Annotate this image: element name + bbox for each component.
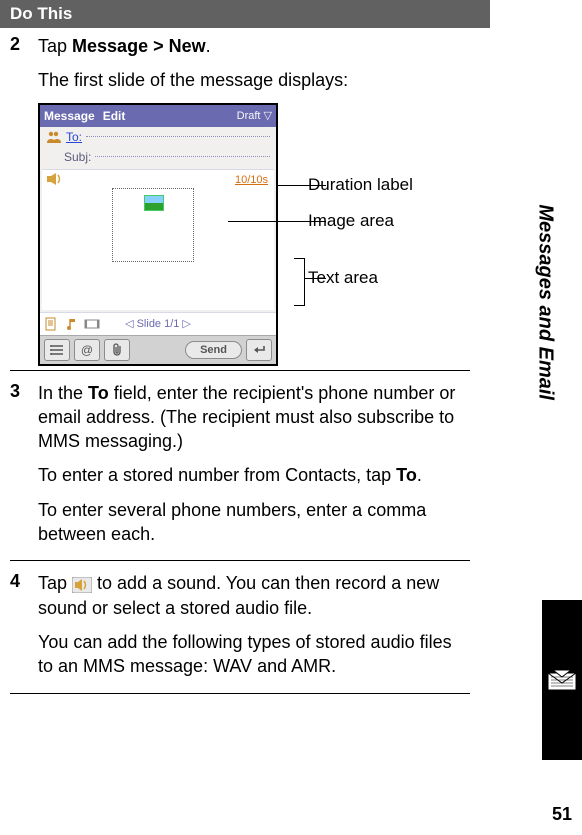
step-number: 3 <box>10 381 38 557</box>
side-icon-box <box>542 600 582 760</box>
draft-indicator[interactable]: Draft ▽ <box>237 109 272 122</box>
subj-label: Subj: <box>64 150 91 164</box>
duration-label[interactable]: 10/10s <box>235 174 268 186</box>
contacts-icon[interactable] <box>46 130 62 144</box>
at-symbol: @ <box>81 343 93 357</box>
step-body: In the To field, enter the recipient's p… <box>38 381 460 557</box>
callout-text: Text area <box>308 268 378 288</box>
text: To enter a stored number from Contacts, … <box>38 465 396 485</box>
text: . <box>206 36 211 56</box>
to-field-label[interactable]: To: <box>66 130 82 144</box>
chapter-title: Messages and Email <box>534 204 557 400</box>
text: To enter several phone numbers, enter a … <box>38 498 460 547</box>
menu-button[interactable] <box>44 339 70 361</box>
envelope-icon <box>547 669 577 691</box>
menu-path: Message > New <box>72 36 206 56</box>
to-row: To: <box>40 127 276 147</box>
slide-prev[interactable]: ◁ <box>125 317 133 330</box>
step-number: 4 <box>10 571 38 688</box>
slide-counter: Slide 1/1 <box>137 318 180 330</box>
bottom-toolbar: @ Send <box>40 335 276 364</box>
send-button[interactable]: Send <box>185 341 242 359</box>
film-icon[interactable] <box>84 317 100 331</box>
picture-icon <box>144 195 164 211</box>
separator <box>10 560 470 561</box>
text: to add a sound. You can then record a ne… <box>38 573 439 617</box>
slide-area: 10/10s <box>42 169 274 310</box>
side-tab: Messages and Email <box>542 400 582 760</box>
return-button[interactable] <box>246 339 272 361</box>
slide-nav: ◁ Slide 1/1 ▷ <box>40 312 276 335</box>
field-name: To <box>88 383 109 403</box>
text: You can add the following types of store… <box>38 630 460 679</box>
app-titlebar: Message Edit Draft ▽ <box>40 105 276 127</box>
subj-row: Subj: <box>40 147 276 167</box>
step-body: Tap Message > New. The first slide of th… <box>38 34 460 103</box>
separator <box>10 693 470 694</box>
screenshot-figure: Message Edit Draft ▽ To: Subj: 10/10s <box>38 103 582 366</box>
text: Tap <box>38 573 72 593</box>
section-header: Do This <box>0 0 490 28</box>
slide-next[interactable]: ▷ <box>182 317 190 330</box>
title-edit[interactable]: Edit <box>103 109 126 123</box>
field-name: To <box>396 465 417 485</box>
at-button[interactable]: @ <box>74 339 100 361</box>
callout-duration: Duration label <box>308 175 413 195</box>
separator <box>10 370 470 371</box>
text: . <box>417 465 422 485</box>
text: The first slide of the message displays: <box>38 68 460 92</box>
step-body: Tap to add a sound. You can then record … <box>38 571 460 688</box>
step-4: 4 Tap to add a sound. You can then recor… <box>0 565 470 688</box>
step-3: 3 In the To field, enter the recipient's… <box>0 375 470 557</box>
phone-screenshot: Message Edit Draft ▽ To: Subj: 10/10s <box>38 103 278 366</box>
attachment-page-icon[interactable] <box>44 317 60 331</box>
callout-image: Image area <box>308 211 394 231</box>
step-number: 2 <box>10 34 38 103</box>
attach-button[interactable] <box>104 339 130 361</box>
step-2: 2 Tap Message > New. The first slide of … <box>0 28 470 103</box>
sound-icon <box>72 577 92 593</box>
subj-field-line[interactable] <box>95 156 270 157</box>
text: In the <box>38 383 88 403</box>
to-field-line[interactable] <box>86 136 270 137</box>
title-message[interactable]: Message <box>44 109 95 123</box>
text: Tap <box>38 36 72 56</box>
page-number: 51 <box>552 804 572 825</box>
image-placeholder[interactable] <box>112 188 194 262</box>
sound-icon[interactable] <box>46 172 64 186</box>
music-note-icon[interactable] <box>64 317 80 331</box>
